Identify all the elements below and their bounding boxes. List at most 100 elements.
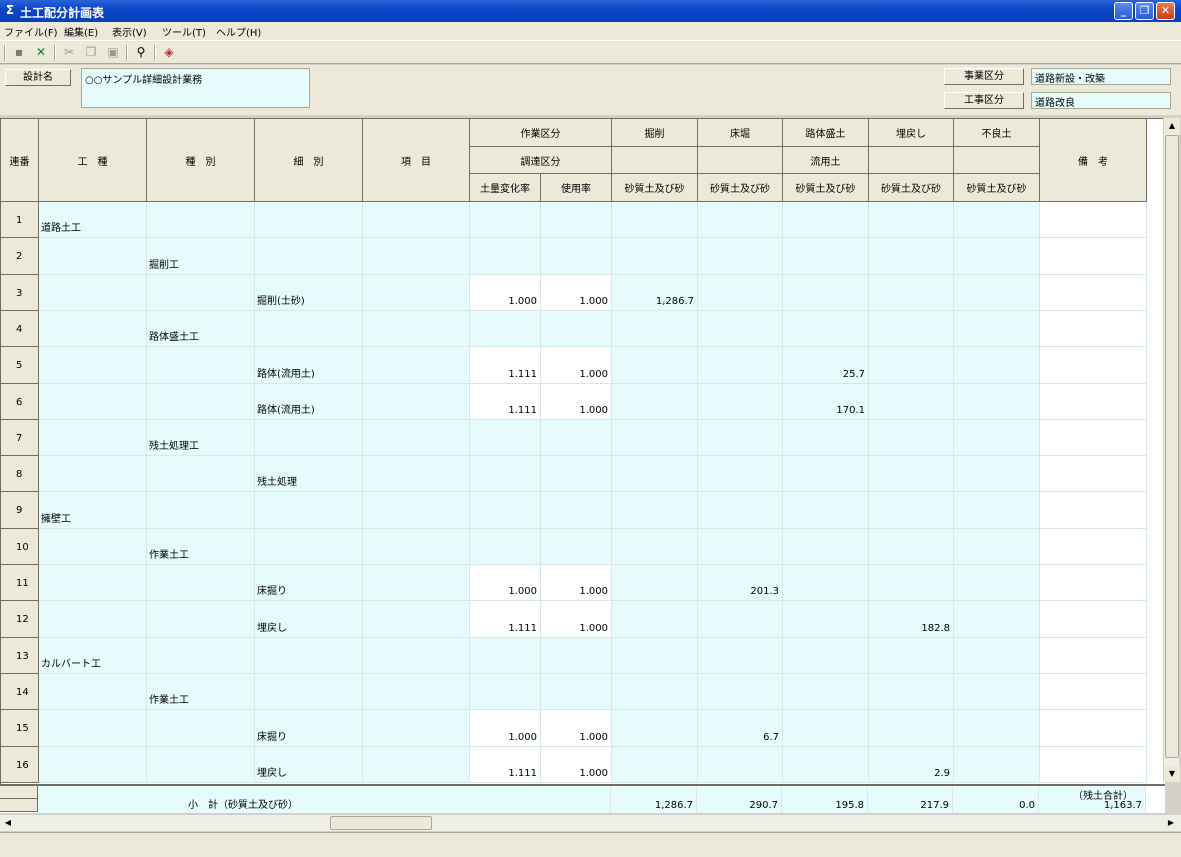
cell-koumoku[interactable] (363, 202, 470, 238)
cell-furyodo[interactable] (954, 238, 1040, 275)
cell-shubetsu[interactable] (147, 638, 255, 674)
cell-shiyouritsu[interactable] (541, 674, 612, 710)
cell-shiyouritsu[interactable]: 1.000 (541, 275, 612, 311)
cell-koumoku[interactable] (363, 311, 470, 347)
cell-koushu[interactable] (39, 384, 147, 420)
cell-tokobori[interactable] (698, 601, 783, 638)
cell-tokobori[interactable] (698, 202, 783, 238)
cell-umemodoshi[interactable] (869, 456, 954, 492)
row-number[interactable]: 3 (1, 275, 39, 311)
cell-shiyouritsu[interactable] (541, 529, 612, 565)
cell-kussaku[interactable] (612, 456, 698, 492)
row-number[interactable]: 1 (1, 202, 39, 238)
cell-dosuryo[interactable]: 1.111 (470, 747, 541, 783)
horizontal-scrollbar[interactable]: ◀ ▶ (0, 815, 1181, 831)
col-header-sagyou-kubun[interactable]: 作業区分 (470, 119, 612, 147)
cell-kussaku[interactable] (612, 420, 698, 456)
cell-koumoku[interactable] (363, 347, 470, 384)
cell-shiyouritsu[interactable]: 1.000 (541, 384, 612, 420)
col-header-furyodo-soil[interactable]: 砂質土及び砂 (954, 174, 1040, 202)
cell-kussaku[interactable] (612, 674, 698, 710)
cell-shubetsu[interactable]: 作業土工 (147, 674, 255, 710)
construction-category-field[interactable]: 道路改良 (1031, 92, 1171, 109)
col-header-dosuryo[interactable]: 土量変化率 (470, 174, 541, 202)
cell-furyodo[interactable] (954, 311, 1040, 347)
cell-dosuryo[interactable] (470, 492, 541, 529)
cell-umemodoshi[interactable] (869, 384, 954, 420)
cell-shubetsu[interactable] (147, 275, 255, 311)
cell-tokobori[interactable] (698, 311, 783, 347)
cell-dosuryo[interactable] (470, 529, 541, 565)
col-header-umemodoshi[interactable]: 埋戻し (869, 119, 954, 147)
cell-koushu[interactable] (39, 456, 147, 492)
cell-koushu[interactable]: カルバート工 (39, 638, 147, 674)
cell-bikou[interactable] (1040, 638, 1147, 674)
cell-koushu[interactable] (39, 710, 147, 747)
cell-furyodo[interactable] (954, 674, 1040, 710)
cell-shiyouritsu[interactable]: 1.000 (541, 710, 612, 747)
cell-saibetsu[interactable]: 埋戻し (255, 747, 363, 783)
menu-file[interactable]: ファイル(F) (4, 24, 58, 39)
cell-shiyouritsu[interactable]: 1.000 (541, 347, 612, 384)
cell-koumoku[interactable] (363, 601, 470, 638)
menu-help[interactable]: ヘルプ(H) (216, 24, 261, 39)
cell-tokobori[interactable] (698, 238, 783, 275)
cell-kussaku[interactable] (612, 601, 698, 638)
col-header-bikou[interactable]: 備 考 (1040, 119, 1147, 202)
cell-kussaku[interactable] (612, 529, 698, 565)
scroll-down-icon[interactable]: ▼ (1164, 766, 1180, 782)
cell-tokobori[interactable] (698, 674, 783, 710)
cell-koumoku[interactable] (363, 674, 470, 710)
cell-saibetsu[interactable] (255, 238, 363, 275)
col-header-rotai[interactable]: 路体盛土 (783, 119, 869, 147)
cell-koumoku[interactable] (363, 238, 470, 275)
cell-saibetsu[interactable]: 掘削(土砂) (255, 275, 363, 311)
cell-furyodo[interactable] (954, 565, 1040, 601)
cell-koumoku[interactable] (363, 565, 470, 601)
cell-furyodo[interactable] (954, 456, 1040, 492)
cell-rotai[interactable] (783, 747, 869, 783)
cell-bikou[interactable] (1040, 420, 1147, 456)
row-number[interactable]: 5 (1, 347, 39, 384)
cell-dosuryo[interactable] (470, 674, 541, 710)
cell-koushu[interactable] (39, 347, 147, 384)
row-number[interactable]: 4 (1, 311, 39, 347)
cell-tokobori[interactable] (698, 492, 783, 529)
cell-kussaku[interactable] (612, 747, 698, 783)
cell-koumoku[interactable] (363, 384, 470, 420)
row-number[interactable]: 2 (1, 238, 39, 275)
cell-furyodo[interactable] (954, 347, 1040, 384)
paste-icon[interactable]: ▣ (104, 44, 122, 61)
cell-shubetsu[interactable] (147, 384, 255, 420)
cell-umemodoshi[interactable] (869, 420, 954, 456)
cell-rotai[interactable] (783, 275, 869, 311)
cell-koumoku[interactable] (363, 456, 470, 492)
cell-shiyouritsu[interactable]: 1.000 (541, 565, 612, 601)
cell-kussaku[interactable]: 1,286.7 (612, 275, 698, 311)
cell-shubetsu[interactable] (147, 492, 255, 529)
col-header-kussaku[interactable]: 掘削 (612, 119, 698, 147)
cell-shubetsu[interactable] (147, 456, 255, 492)
row-number[interactable]: 9 (1, 492, 39, 529)
col-header-choutatsu-kubun[interactable]: 調達区分 (470, 147, 612, 174)
col-header-ryuyo[interactable]: 流用土 (783, 147, 869, 174)
cell-dosuryo[interactable]: 1.000 (470, 275, 541, 311)
cell-koushu[interactable] (39, 747, 147, 783)
cell-shubetsu[interactable] (147, 601, 255, 638)
cell-umemodoshi[interactable] (869, 565, 954, 601)
cell-dosuryo[interactable]: 1.000 (470, 710, 541, 747)
cell-koumoku[interactable] (363, 529, 470, 565)
cell-kussaku[interactable] (612, 384, 698, 420)
cell-shubetsu[interactable]: 路体盛土工 (147, 311, 255, 347)
cut-icon[interactable]: ✂ (60, 44, 78, 61)
cell-tokobori[interactable] (698, 384, 783, 420)
cell-shubetsu[interactable] (147, 565, 255, 601)
cell-koushu[interactable]: 道路土工 (39, 202, 147, 238)
cell-kussaku[interactable] (612, 347, 698, 384)
cell-dosuryo[interactable] (470, 202, 541, 238)
cell-rotai[interactable] (783, 601, 869, 638)
cell-shubetsu[interactable] (147, 202, 255, 238)
cell-koushu[interactable] (39, 420, 147, 456)
cell-shiyouritsu[interactable]: 1.000 (541, 601, 612, 638)
row-number[interactable]: 14 (1, 674, 39, 710)
